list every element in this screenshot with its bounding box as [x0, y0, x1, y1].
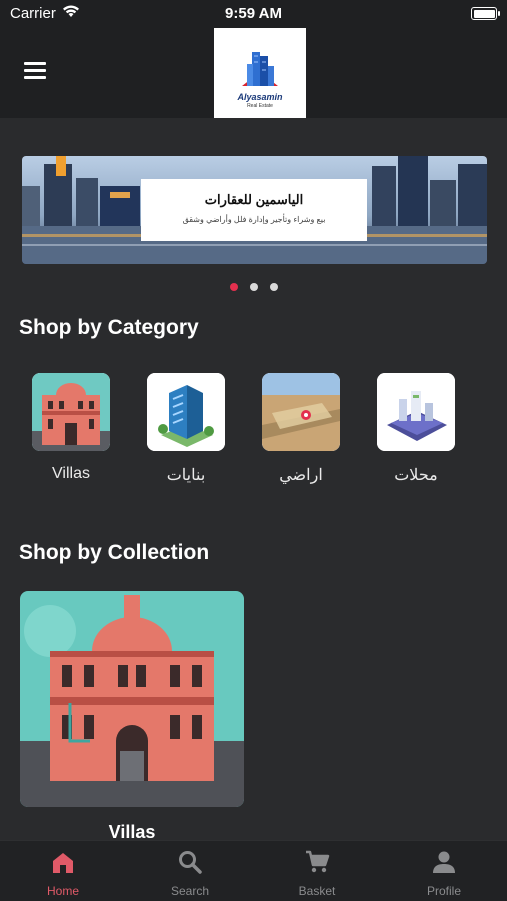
category-section-title: Shop by Category	[19, 316, 199, 339]
category-label: بنايات	[166, 467, 206, 484]
category-label: اراضي	[279, 467, 323, 484]
tab-profile[interactable]: Profile	[381, 841, 507, 901]
tab-search[interactable]: Search	[127, 841, 253, 901]
logo-text: Alyasamin	[237, 92, 283, 102]
hamburger-menu-icon[interactable]	[24, 62, 46, 80]
collection-card-villas[interactable]	[20, 591, 244, 807]
person-icon	[433, 851, 455, 873]
banner-title: الياسمين للعقارات	[204, 192, 304, 207]
office-building-icon	[147, 373, 225, 451]
status-bar: Carrier 9:59 AM	[0, 0, 507, 28]
clock: 9:59 AM	[225, 5, 282, 22]
battery-icon	[471, 7, 500, 20]
tab-basket[interactable]: Basket	[254, 841, 380, 901]
tab-label: Search	[170, 884, 210, 898]
category-item-lands[interactable]: اراضي	[261, 373, 341, 485]
cart-icon	[306, 850, 330, 873]
land-map-icon	[262, 373, 340, 451]
category-list: Villas بنايات اراضي محلات	[0, 373, 507, 493]
category-label: محلات	[394, 467, 438, 484]
banner-subtitle: بيع وشراء وتأجير وإدارة فلل وأراضي وشقق	[182, 215, 326, 224]
home-icon	[53, 853, 73, 873]
logo-buildings-icon	[242, 52, 278, 86]
villa-building-icon	[20, 591, 244, 807]
bottom-tab-bar: Home Search Basket Profile	[0, 840, 507, 901]
tab-label: Profile	[426, 884, 461, 898]
banner-card: الياسمين للعقارات بيع وشراء وتأجير وإدار…	[141, 179, 367, 241]
tab-home[interactable]: Home	[0, 841, 126, 901]
villa-building-icon	[32, 373, 110, 451]
page-dot-3[interactable]	[269, 283, 278, 291]
category-item-shops[interactable]: محلات	[376, 373, 456, 485]
tab-label: Home	[46, 884, 79, 898]
shops-isometric-icon	[377, 373, 455, 451]
app-logo: Alyasamin Real Estate	[214, 28, 306, 118]
logo-subtext: Real Estate	[247, 103, 273, 109]
search-icon	[179, 851, 202, 874]
promo-banner[interactable]: الياسمين للعقارات بيع وشراء وتأجير وإدار…	[22, 156, 487, 264]
page-dot-2[interactable]	[249, 283, 258, 291]
collection-section-title: Shop by Collection	[19, 541, 210, 564]
page-dot-1[interactable]	[229, 283, 238, 291]
top-navigation-bar: Alyasamin Real Estate	[0, 28, 507, 118]
category-item-buildings[interactable]: بنايات	[146, 373, 226, 485]
banner-page-indicator	[0, 283, 507, 293]
category-label: Villas	[52, 465, 90, 482]
tab-label: Basket	[298, 884, 336, 898]
category-item-villas[interactable]: Villas	[31, 373, 111, 483]
